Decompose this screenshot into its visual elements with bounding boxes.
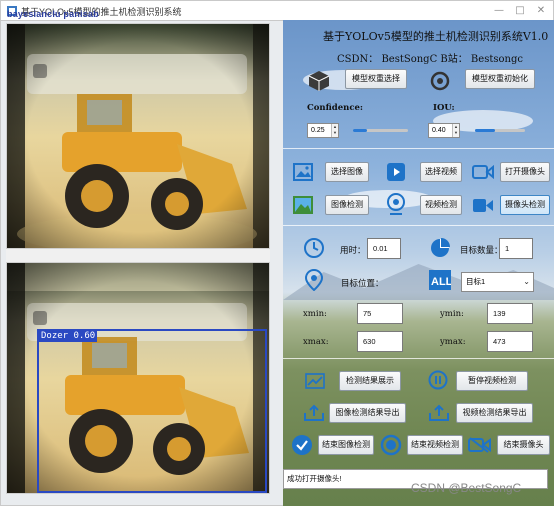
end-image-detect-button[interactable]: 结束图像检测 — [318, 435, 374, 455]
target-count-field: 1 — [499, 238, 533, 259]
spin-arrows-icon[interactable]: ▲ ▼ — [452, 124, 459, 137]
image-icon — [293, 163, 313, 181]
xmax-label: xmax: — [303, 337, 329, 347]
clock-icon — [304, 238, 324, 258]
end-camera-button[interactable]: 结束摄像头 — [497, 435, 550, 455]
end-video-detect-button[interactable]: 结束视频检测 — [407, 435, 463, 455]
target-select-value: 目标1 — [466, 277, 486, 286]
check-circle-icon — [292, 435, 312, 455]
time-field: 0.01 — [367, 238, 401, 259]
export-upload-icon — [429, 404, 449, 421]
view-separator — [6, 249, 270, 262]
iou-slider[interactable] — [475, 129, 525, 132]
line-chart-icon — [305, 373, 325, 389]
picture-detect-icon — [293, 196, 313, 214]
confidence-slider-fill — [353, 129, 367, 132]
ymin-label: ymin: — [440, 309, 464, 319]
close-button[interactable]: ✕ — [533, 4, 549, 18]
iou-value: 0.40 — [432, 127, 446, 134]
minimize-button[interactable]: — — [491, 4, 507, 18]
section-divider — [283, 358, 554, 359]
target-count-label: 目标数量： — [460, 246, 503, 256]
background-landscape — [283, 20, 554, 506]
iou-spinbox[interactable]: 0.40 ▲ ▼ — [428, 123, 460, 138]
export-upload-icon — [304, 404, 324, 421]
confidence-spinbox[interactable]: 0.25 ▲ ▼ — [307, 123, 339, 138]
camera-icon — [472, 165, 494, 179]
confidence-slider[interactable] — [353, 129, 408, 132]
maximize-button[interactable]: □ — [512, 4, 528, 18]
camera-feed-image — [7, 24, 269, 248]
camera-detect-button[interactable]: 摄像头检测 — [500, 195, 550, 215]
export-video-results-button[interactable]: 视频检测结果导出 — [456, 403, 533, 423]
open-camera-button[interactable]: 打开摄像头 — [500, 162, 550, 182]
select-video-button[interactable]: 选择视频 — [420, 162, 462, 182]
iou-label: IOU: — [433, 103, 455, 113]
detection-box: Dozer 0.60 — [37, 329, 267, 493]
ymax-field: 473 — [487, 331, 533, 352]
detection-result-view: Dozer 0.60 — [6, 262, 270, 494]
app-header-title: 基于YOLOv5模型的推土机检测识别系统V1.0 — [323, 30, 549, 43]
ymin-field: 139 — [487, 303, 533, 324]
control-panel: 基于YOLOv5模型的推土机检测识别系统V1.0 CSDN： BestSongC… — [283, 20, 554, 506]
iou-slider-fill — [475, 129, 495, 132]
pause-video-detect-button[interactable]: 暂停视频检测 — [456, 371, 528, 391]
video-detect-button[interactable]: 视频检测 — [420, 195, 462, 215]
camera-off-icon — [468, 437, 491, 453]
location-pin-icon — [305, 269, 323, 291]
spin-arrows-icon[interactable]: ▲ ▼ — [331, 124, 338, 137]
select-image-button[interactable]: 选择图像 — [325, 162, 369, 182]
model-weight-select-button[interactable]: 模型权重选择 — [345, 69, 407, 89]
svg-text:ALL: ALL — [431, 276, 451, 288]
section-divider — [283, 148, 554, 149]
xmin-field: 75 — [357, 303, 403, 324]
video-camera-icon — [473, 199, 493, 212]
target-position-label: 目标位置： — [341, 279, 384, 289]
xmax-field: 630 — [357, 331, 403, 352]
section-divider — [283, 225, 554, 226]
export-image-results-button[interactable]: 图像检测结果导出 — [329, 403, 406, 423]
pause-icon — [428, 370, 448, 390]
confidence-value: 0.25 — [311, 127, 325, 134]
time-label: 用时： — [340, 246, 366, 256]
confidence-label: Confidence: — [307, 103, 364, 113]
camera-feed-view — [6, 23, 270, 249]
image-detect-button[interactable]: 图像检测 — [325, 195, 369, 215]
pie-chart-icon — [431, 238, 450, 257]
webcam-icon — [387, 193, 405, 215]
model-weight-init-button[interactable]: 模型权重初始化 — [465, 69, 535, 89]
xmin-label: xmin: — [303, 309, 327, 319]
target-settings-icon — [430, 71, 450, 91]
show-results-button[interactable]: 检测结果展示 — [339, 371, 401, 391]
detection-label: Dozer 0.60 — [39, 331, 98, 342]
cube-icon — [308, 71, 330, 91]
target-select-dropdown[interactable]: 目标1 ⌄ — [461, 272, 534, 292]
stop-circle-icon — [380, 434, 402, 456]
app-header-credits: CSDN： BestSongC B站： Bestsongc — [337, 54, 523, 65]
watermark: CSDN @BestSongC — [411, 481, 522, 495]
chevron-down-icon: ⌄ — [523, 277, 530, 286]
video-file-icon — [387, 163, 405, 181]
window-overlay-tag: bayesianclu panisab — [7, 9, 99, 19]
ymax-label: ymax: — [440, 337, 466, 347]
all-targets-icon: ALL — [429, 270, 451, 290]
